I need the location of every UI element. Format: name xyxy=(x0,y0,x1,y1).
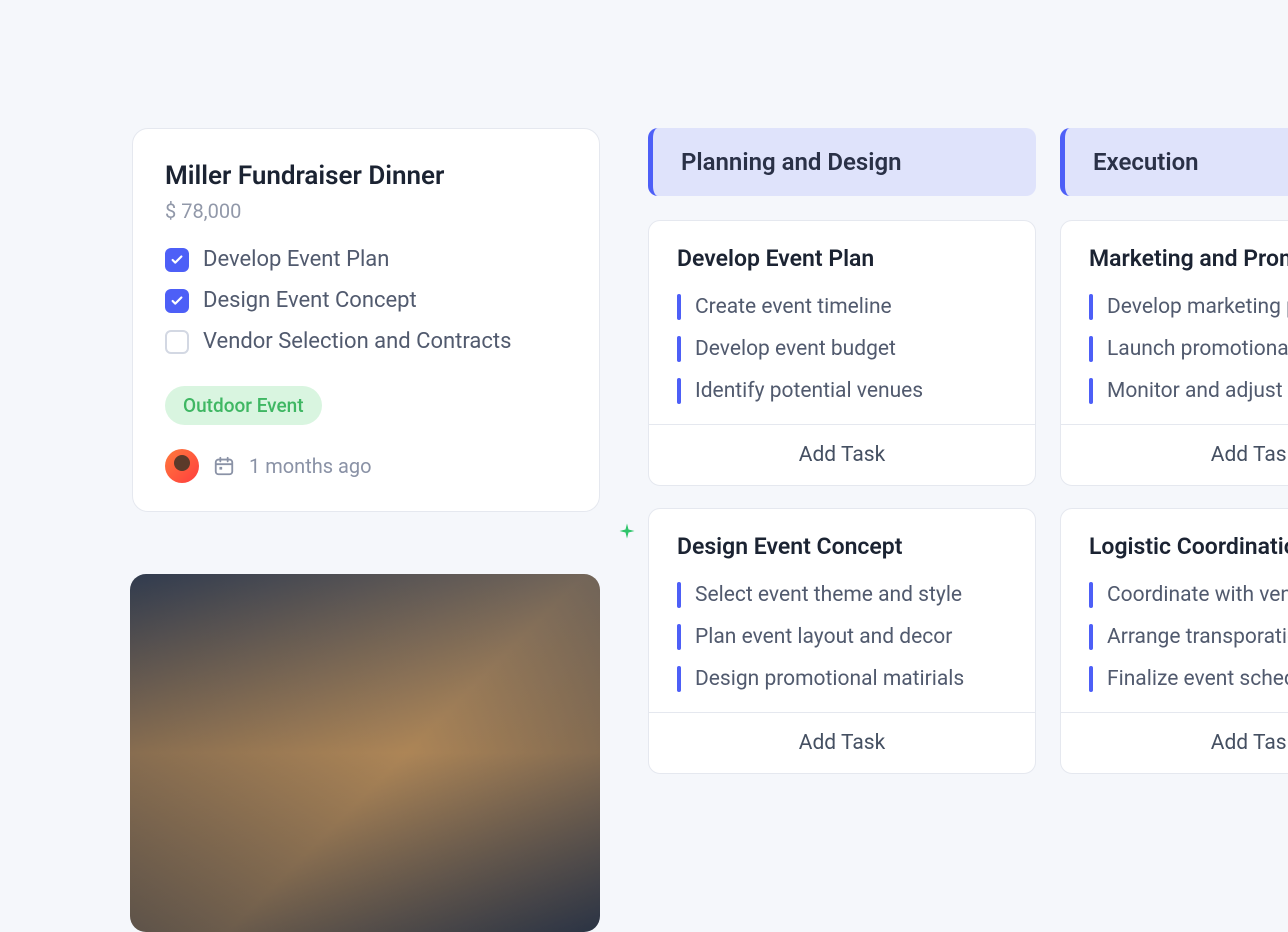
subtask-label: Plan event layout and decor xyxy=(695,625,952,649)
subtask-label: Identify potential venues xyxy=(695,379,923,403)
add-task-button[interactable]: Add Task xyxy=(1061,712,1288,773)
subtask-item[interactable]: Develop event budget xyxy=(677,336,1007,362)
checkbox-checked-icon[interactable] xyxy=(165,248,189,272)
event-tag[interactable]: Outdoor Event xyxy=(165,386,322,425)
subtask-label: Select event theme and style xyxy=(695,583,962,607)
checklist-item[interactable]: Develop Event Plan xyxy=(165,247,567,272)
subtask-label: Finalize event schedule xyxy=(1107,667,1288,691)
checkbox-unchecked-icon[interactable] xyxy=(165,330,189,354)
subtask-item[interactable]: Arrange transporation xyxy=(1089,624,1288,650)
event-summary-card[interactable]: Miller Fundraiser Dinner $ 78,000 Develo… xyxy=(132,128,600,512)
checklist-label: Develop Event Plan xyxy=(203,247,389,272)
checkbox-checked-icon[interactable] xyxy=(165,289,189,313)
task-card[interactable]: Logistic Coordination Coordinate with ve… xyxy=(1060,508,1288,774)
app-canvas: Miller Fundraiser Dinner $ 78,000 Develo… xyxy=(0,0,1288,932)
subtask-item[interactable]: Design promotional matirials xyxy=(677,666,1007,692)
checklist-item[interactable]: Vendor Selection and Contracts xyxy=(165,329,567,354)
event-timestamp: 1 months ago xyxy=(249,454,372,478)
add-task-button[interactable]: Add Task xyxy=(1061,424,1288,485)
task-title: Design Event Concept xyxy=(677,533,1007,560)
accent-bar-icon xyxy=(1089,378,1093,404)
subtask-label: Create event timeline xyxy=(695,295,892,319)
accent-bar-icon xyxy=(677,336,681,362)
sparkle-icon xyxy=(618,522,636,540)
subtask-item[interactable]: Select event theme and style xyxy=(677,582,1007,608)
accent-bar-icon xyxy=(1089,582,1093,608)
subtask-label: Monitor and adjust strategy xyxy=(1107,379,1288,403)
add-task-button[interactable]: Add Task xyxy=(649,712,1035,773)
task-title: Logistic Coordination xyxy=(1089,533,1288,560)
subtask-label: Coordinate with vendors xyxy=(1107,583,1288,607)
subtask-label: Design promotional matirials xyxy=(695,667,964,691)
task-card[interactable]: Develop Event Plan Create event timeline… xyxy=(648,220,1036,486)
kanban-column-planning: Planning and Design Develop Event Plan C… xyxy=(648,128,1036,796)
subtask-item[interactable]: Develop marketing plan xyxy=(1089,294,1288,320)
kanban-column-execution: Execution Marketing and Promotion Develo… xyxy=(1060,128,1288,796)
checklist-item[interactable]: Design Event Concept xyxy=(165,288,567,313)
event-card-footer: 1 months ago xyxy=(165,449,567,483)
subtask-label: Develop marketing plan xyxy=(1107,295,1288,319)
subtask-item[interactable]: Plan event layout and decor xyxy=(677,624,1007,650)
accent-bar-icon xyxy=(1089,666,1093,692)
task-title: Marketing and Promotion xyxy=(1089,245,1288,272)
column-header[interactable]: Planning and Design xyxy=(648,128,1036,196)
add-task-button[interactable]: Add Task xyxy=(649,424,1035,485)
column-header[interactable]: Execution xyxy=(1060,128,1288,196)
accent-bar-icon xyxy=(677,378,681,404)
subtask-label: Develop event budget xyxy=(695,337,896,361)
accent-bar-icon xyxy=(677,624,681,650)
accent-bar-icon xyxy=(1089,294,1093,320)
avatar[interactable] xyxy=(165,449,199,483)
column-title: Planning and Design xyxy=(681,148,902,176)
calendar-icon xyxy=(213,455,235,477)
column-title: Execution xyxy=(1093,148,1199,176)
accent-bar-icon xyxy=(677,582,681,608)
event-title: Miller Fundraiser Dinner xyxy=(165,161,567,191)
accent-bar-icon xyxy=(677,666,681,692)
subtask-item[interactable]: Create event timeline xyxy=(677,294,1007,320)
subtask-item[interactable]: Launch promotional campaigns xyxy=(1089,336,1288,362)
accent-bar-icon xyxy=(1089,624,1093,650)
accent-bar-icon xyxy=(677,294,681,320)
subtask-item[interactable]: Identify potential venues xyxy=(677,378,1007,404)
subtask-label: Launch promotional campaigns xyxy=(1107,337,1288,361)
subtask-item[interactable]: Finalize event schedule xyxy=(1089,666,1288,692)
accent-bar-icon xyxy=(1089,336,1093,362)
task-title: Develop Event Plan xyxy=(677,245,1007,272)
event-budget: $ 78,000 xyxy=(165,199,567,223)
event-photo xyxy=(130,574,600,932)
task-card[interactable]: Design Event Concept Select event theme … xyxy=(648,508,1036,774)
task-card[interactable]: Marketing and Promotion Develop marketin… xyxy=(1060,220,1288,486)
subtask-item[interactable]: Coordinate with vendors xyxy=(1089,582,1288,608)
subtask-item[interactable]: Monitor and adjust strategy xyxy=(1089,378,1288,404)
checklist-label: Design Event Concept xyxy=(203,288,417,313)
checklist-label: Vendor Selection and Contracts xyxy=(203,329,511,354)
subtask-label: Arrange transporation xyxy=(1107,625,1288,649)
